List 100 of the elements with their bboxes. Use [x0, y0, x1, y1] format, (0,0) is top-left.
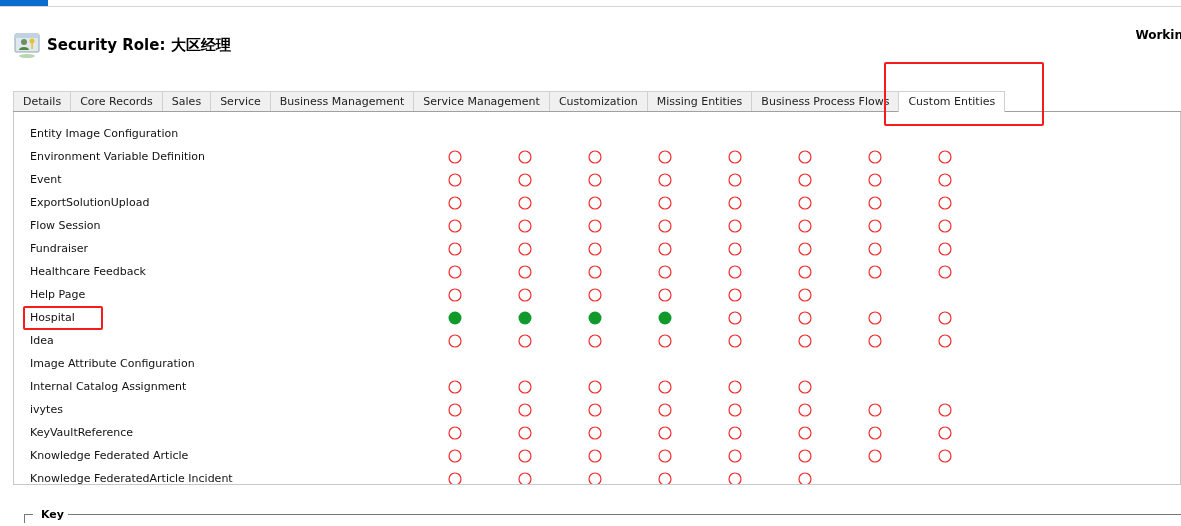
no-access-circle-icon[interactable] [868, 195, 882, 210]
no-access-circle-icon[interactable] [588, 172, 602, 187]
organization-access-dot-icon[interactable] [658, 310, 672, 325]
no-access-circle-icon[interactable] [728, 195, 742, 210]
no-access-circle-icon[interactable] [588, 333, 602, 348]
no-access-circle-icon[interactable] [938, 264, 952, 279]
no-access-circle-icon[interactable] [658, 287, 672, 302]
tab[interactable]: Service [210, 91, 271, 111]
no-access-circle-icon[interactable] [448, 333, 462, 348]
no-access-circle-icon[interactable] [798, 333, 812, 348]
no-access-circle-icon[interactable] [588, 218, 602, 233]
no-access-circle-icon[interactable] [938, 241, 952, 256]
no-access-circle-icon[interactable] [588, 402, 602, 417]
no-access-circle-icon[interactable] [798, 287, 812, 302]
no-access-circle-icon[interactable] [728, 425, 742, 440]
no-access-circle-icon[interactable] [868, 241, 882, 256]
no-access-circle-icon[interactable] [518, 333, 532, 348]
no-access-circle-icon[interactable] [588, 264, 602, 279]
no-access-circle-icon[interactable] [728, 333, 742, 348]
no-access-circle-icon[interactable] [518, 241, 532, 256]
no-access-circle-icon[interactable] [658, 402, 672, 417]
no-access-circle-icon[interactable] [518, 195, 532, 210]
no-access-circle-icon[interactable] [798, 149, 812, 164]
no-access-circle-icon[interactable] [518, 218, 532, 233]
tab[interactable]: Details [13, 91, 72, 111]
no-access-circle-icon[interactable] [518, 287, 532, 302]
no-access-circle-icon[interactable] [588, 379, 602, 394]
no-access-circle-icon[interactable] [588, 195, 602, 210]
no-access-circle-icon[interactable] [588, 425, 602, 440]
no-access-circle-icon[interactable] [938, 195, 952, 210]
no-access-circle-icon[interactable] [938, 149, 952, 164]
no-access-circle-icon[interactable] [658, 448, 672, 463]
tab[interactable]: Sales [161, 91, 212, 111]
no-access-circle-icon[interactable] [868, 149, 882, 164]
tab[interactable]: Custom Entities [898, 91, 1006, 112]
no-access-circle-icon[interactable] [658, 149, 672, 164]
no-access-circle-icon[interactable] [728, 402, 742, 417]
no-access-circle-icon[interactable] [938, 172, 952, 187]
no-access-circle-icon[interactable] [798, 310, 812, 325]
no-access-circle-icon[interactable] [658, 264, 672, 279]
no-access-circle-icon[interactable] [938, 425, 952, 440]
no-access-circle-icon[interactable] [868, 218, 882, 233]
no-access-circle-icon[interactable] [588, 287, 602, 302]
no-access-circle-icon[interactable] [728, 287, 742, 302]
no-access-circle-icon[interactable] [868, 333, 882, 348]
no-access-circle-icon[interactable] [448, 448, 462, 463]
no-access-circle-icon[interactable] [868, 310, 882, 325]
tab[interactable]: Missing Entities [646, 91, 753, 111]
no-access-circle-icon[interactable] [518, 425, 532, 440]
no-access-circle-icon[interactable] [448, 195, 462, 210]
no-access-circle-icon[interactable] [868, 402, 882, 417]
no-access-circle-icon[interactable] [658, 172, 672, 187]
no-access-circle-icon[interactable] [938, 402, 952, 417]
no-access-circle-icon[interactable] [798, 425, 812, 440]
no-access-circle-icon[interactable] [868, 425, 882, 440]
organization-access-dot-icon[interactable] [518, 310, 532, 325]
no-access-circle-icon[interactable] [518, 172, 532, 187]
no-access-circle-icon[interactable] [728, 172, 742, 187]
no-access-circle-icon[interactable] [798, 172, 812, 187]
no-access-circle-icon[interactable] [658, 425, 672, 440]
no-access-circle-icon[interactable] [728, 149, 742, 164]
no-access-circle-icon[interactable] [448, 287, 462, 302]
no-access-circle-icon[interactable] [798, 448, 812, 463]
no-access-circle-icon[interactable] [658, 333, 672, 348]
no-access-circle-icon[interactable] [448, 425, 462, 440]
no-access-circle-icon[interactable] [868, 172, 882, 187]
no-access-circle-icon[interactable] [938, 448, 952, 463]
no-access-circle-icon[interactable] [938, 218, 952, 233]
no-access-circle-icon[interactable] [798, 264, 812, 279]
no-access-circle-icon[interactable] [728, 241, 742, 256]
no-access-circle-icon[interactable] [798, 241, 812, 256]
no-access-circle-icon[interactable] [448, 402, 462, 417]
no-access-circle-icon[interactable] [938, 310, 952, 325]
no-access-circle-icon[interactable] [448, 379, 462, 394]
no-access-circle-icon[interactable] [868, 448, 882, 463]
no-access-circle-icon[interactable] [658, 218, 672, 233]
organization-access-dot-icon[interactable] [448, 310, 462, 325]
tab[interactable]: Service Management [413, 91, 550, 111]
no-access-circle-icon[interactable] [728, 218, 742, 233]
tab[interactable]: Core Records [70, 91, 163, 111]
no-access-circle-icon[interactable] [798, 218, 812, 233]
no-access-circle-icon[interactable] [798, 402, 812, 417]
no-access-circle-icon[interactable] [448, 264, 462, 279]
no-access-circle-icon[interactable] [518, 264, 532, 279]
no-access-circle-icon[interactable] [448, 218, 462, 233]
no-access-circle-icon[interactable] [518, 448, 532, 463]
no-access-circle-icon[interactable] [728, 264, 742, 279]
no-access-circle-icon[interactable] [798, 379, 812, 394]
no-access-circle-icon[interactable] [518, 149, 532, 164]
no-access-circle-icon[interactable] [938, 333, 952, 348]
no-access-circle-icon[interactable] [658, 379, 672, 394]
no-access-circle-icon[interactable] [518, 379, 532, 394]
no-access-circle-icon[interactable] [588, 448, 602, 463]
tab[interactable]: Business Management [269, 91, 415, 111]
no-access-circle-icon[interactable] [728, 379, 742, 394]
organization-access-dot-icon[interactable] [588, 310, 602, 325]
no-access-circle-icon[interactable] [518, 402, 532, 417]
no-access-circle-icon[interactable] [798, 195, 812, 210]
no-access-circle-icon[interactable] [658, 195, 672, 210]
no-access-circle-icon[interactable] [728, 310, 742, 325]
